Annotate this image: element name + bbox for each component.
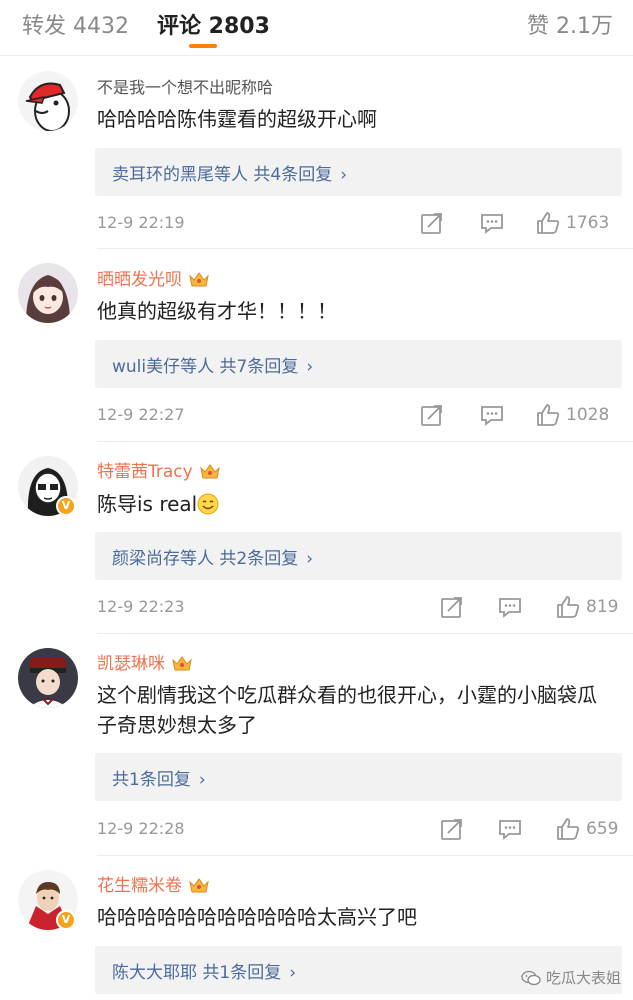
- comment-actions: 1763: [419, 210, 619, 238]
- comment-time: 12-9 22:23: [97, 597, 185, 616]
- repost-icon[interactable]: [439, 594, 465, 620]
- vip-crown-icon: [199, 464, 220, 479]
- comment-time: 12-9 22:27: [97, 405, 185, 424]
- anime-girl-avatar[interactable]: [18, 263, 78, 323]
- comment-text: 哈哈哈哈陈伟霆看的超级开心啊: [97, 107, 377, 131]
- comment-username[interactable]: 特蕾茜Tracy: [97, 457, 221, 482]
- comment-time: 12-9 22:19: [97, 213, 185, 232]
- comment-icon[interactable]: [479, 402, 505, 428]
- reply-summary[interactable]: wuli美仔等人 共7条回复 ›: [95, 340, 622, 388]
- comment-text: 他真的超级有才华！！！！: [97, 299, 337, 323]
- tab-likes[interactable]: 赞 2.1万: [527, 8, 613, 40]
- reply-summary[interactable]: 颜梁尚存等人 共2条回复 ›: [95, 532, 622, 580]
- comment-actions: 819: [439, 594, 619, 622]
- tab-reposts[interactable]: 转发 4432: [22, 8, 129, 40]
- comment-actions: 659: [439, 816, 619, 844]
- reply-summary-text: 颜梁尚存等人 共2条回复: [112, 549, 299, 569]
- like-count: 1763: [566, 213, 610, 233]
- repost-icon[interactable]: [419, 210, 445, 236]
- vip-crown-icon: [189, 878, 209, 893]
- like-count: 819: [586, 597, 619, 617]
- comment-username[interactable]: 花生糯米卷: [97, 871, 210, 896]
- comment-time: 12-9 22:28: [97, 819, 185, 838]
- reply-summary-text: 陈大大耶耶 共1条回复: [112, 963, 282, 983]
- like-thumb-icon[interactable]: [555, 816, 581, 842]
- soldier-avatar[interactable]: [18, 648, 78, 708]
- like-thumb-icon[interactable]: [535, 402, 561, 428]
- comment-username-text: 花生糯米卷: [97, 876, 182, 896]
- comment-item: 凯瑟琳咪 这个剧情我这个吃瓜群众看的也很开心，小霆的小脑袋瓜子奇思妙想太多了 共…: [0, 634, 633, 856]
- comment-text: 这个剧情我这个吃瓜群众看的也很开心，小霆的小脑袋瓜子奇思妙想太多了: [97, 683, 597, 737]
- comment-username[interactable]: 晒晒发光呗: [97, 265, 210, 290]
- repost-icon[interactable]: [419, 402, 445, 428]
- comment-username[interactable]: 凯瑟琳咪: [97, 649, 193, 674]
- chevron-right-icon: ›: [340, 165, 348, 185]
- like-thumb-icon[interactable]: [535, 210, 561, 236]
- comment-username-text: 凯瑟琳咪: [97, 654, 165, 674]
- like-count: 1028: [566, 405, 610, 425]
- like-count: 659: [586, 819, 619, 839]
- duck-avatar[interactable]: [18, 71, 78, 131]
- comment-tabs: 转发 4432 评论 2803 赞 2.1万: [0, 0, 633, 56]
- reply-summary[interactable]: 共1条回复 ›: [95, 753, 622, 801]
- watermark: 吃瓜大表姐: [521, 967, 621, 988]
- vip-crown-icon: [172, 656, 192, 671]
- comment-username-text: 特蕾茜Tracy: [97, 462, 193, 482]
- wechat-icon: [521, 970, 541, 986]
- comment-item: 不是我一个想不出昵称哈 哈哈哈哈陈伟霆看的超级开心啊 卖耳环的黑尾等人 共4条回…: [0, 56, 633, 249]
- active-tab-indicator: [189, 44, 217, 48]
- watermark-text: 吃瓜大表姐: [545, 969, 621, 987]
- comment-actions: 1028: [419, 402, 619, 430]
- reply-summary[interactable]: 卖耳环的黑尾等人 共4条回复 ›: [95, 148, 622, 196]
- chevron-right-icon: ›: [289, 963, 297, 983]
- comment-icon[interactable]: [479, 210, 505, 236]
- comment-item: 晒晒发光呗 他真的超级有才华！！！！ wuli美仔等人 共7条回复 › 12-9 …: [0, 249, 633, 442]
- reply-summary-text: wuli美仔等人 共7条回复: [112, 357, 299, 377]
- chevron-right-icon: ›: [198, 770, 206, 790]
- verified-badge-icon: V: [56, 910, 76, 930]
- reply-summary-text: 卖耳环的黑尾等人 共4条回复: [112, 165, 333, 185]
- repost-icon[interactable]: [439, 816, 465, 842]
- comment-username[interactable]: 不是我一个想不出昵称哈: [97, 74, 273, 98]
- reply-summary-text: 共1条回复: [112, 770, 191, 790]
- chevron-right-icon: ›: [306, 549, 314, 569]
- comment-text-content: 陈导is real: [97, 492, 198, 516]
- comment-username-text: 晒晒发光呗: [97, 270, 182, 290]
- comment-icon[interactable]: [497, 594, 523, 620]
- comment-text: 陈导is real: [97, 489, 613, 519]
- chevron-right-icon: ›: [306, 357, 314, 377]
- vip-crown-icon: [189, 272, 209, 287]
- comment-icon[interactable]: [497, 816, 523, 842]
- comment-text: 哈哈哈哈哈哈哈哈哈哈哈太高兴了吧: [97, 905, 417, 929]
- tab-comments[interactable]: 评论 2803: [157, 8, 270, 40]
- smile-emoji-icon: [197, 493, 219, 515]
- comment-item: V 特蕾茜Tracy 陈导is real 颜梁尚存等人 共2条回复 › 12-9 …: [0, 442, 633, 634]
- verified-badge-icon: V: [56, 496, 76, 516]
- like-thumb-icon[interactable]: [555, 594, 581, 620]
